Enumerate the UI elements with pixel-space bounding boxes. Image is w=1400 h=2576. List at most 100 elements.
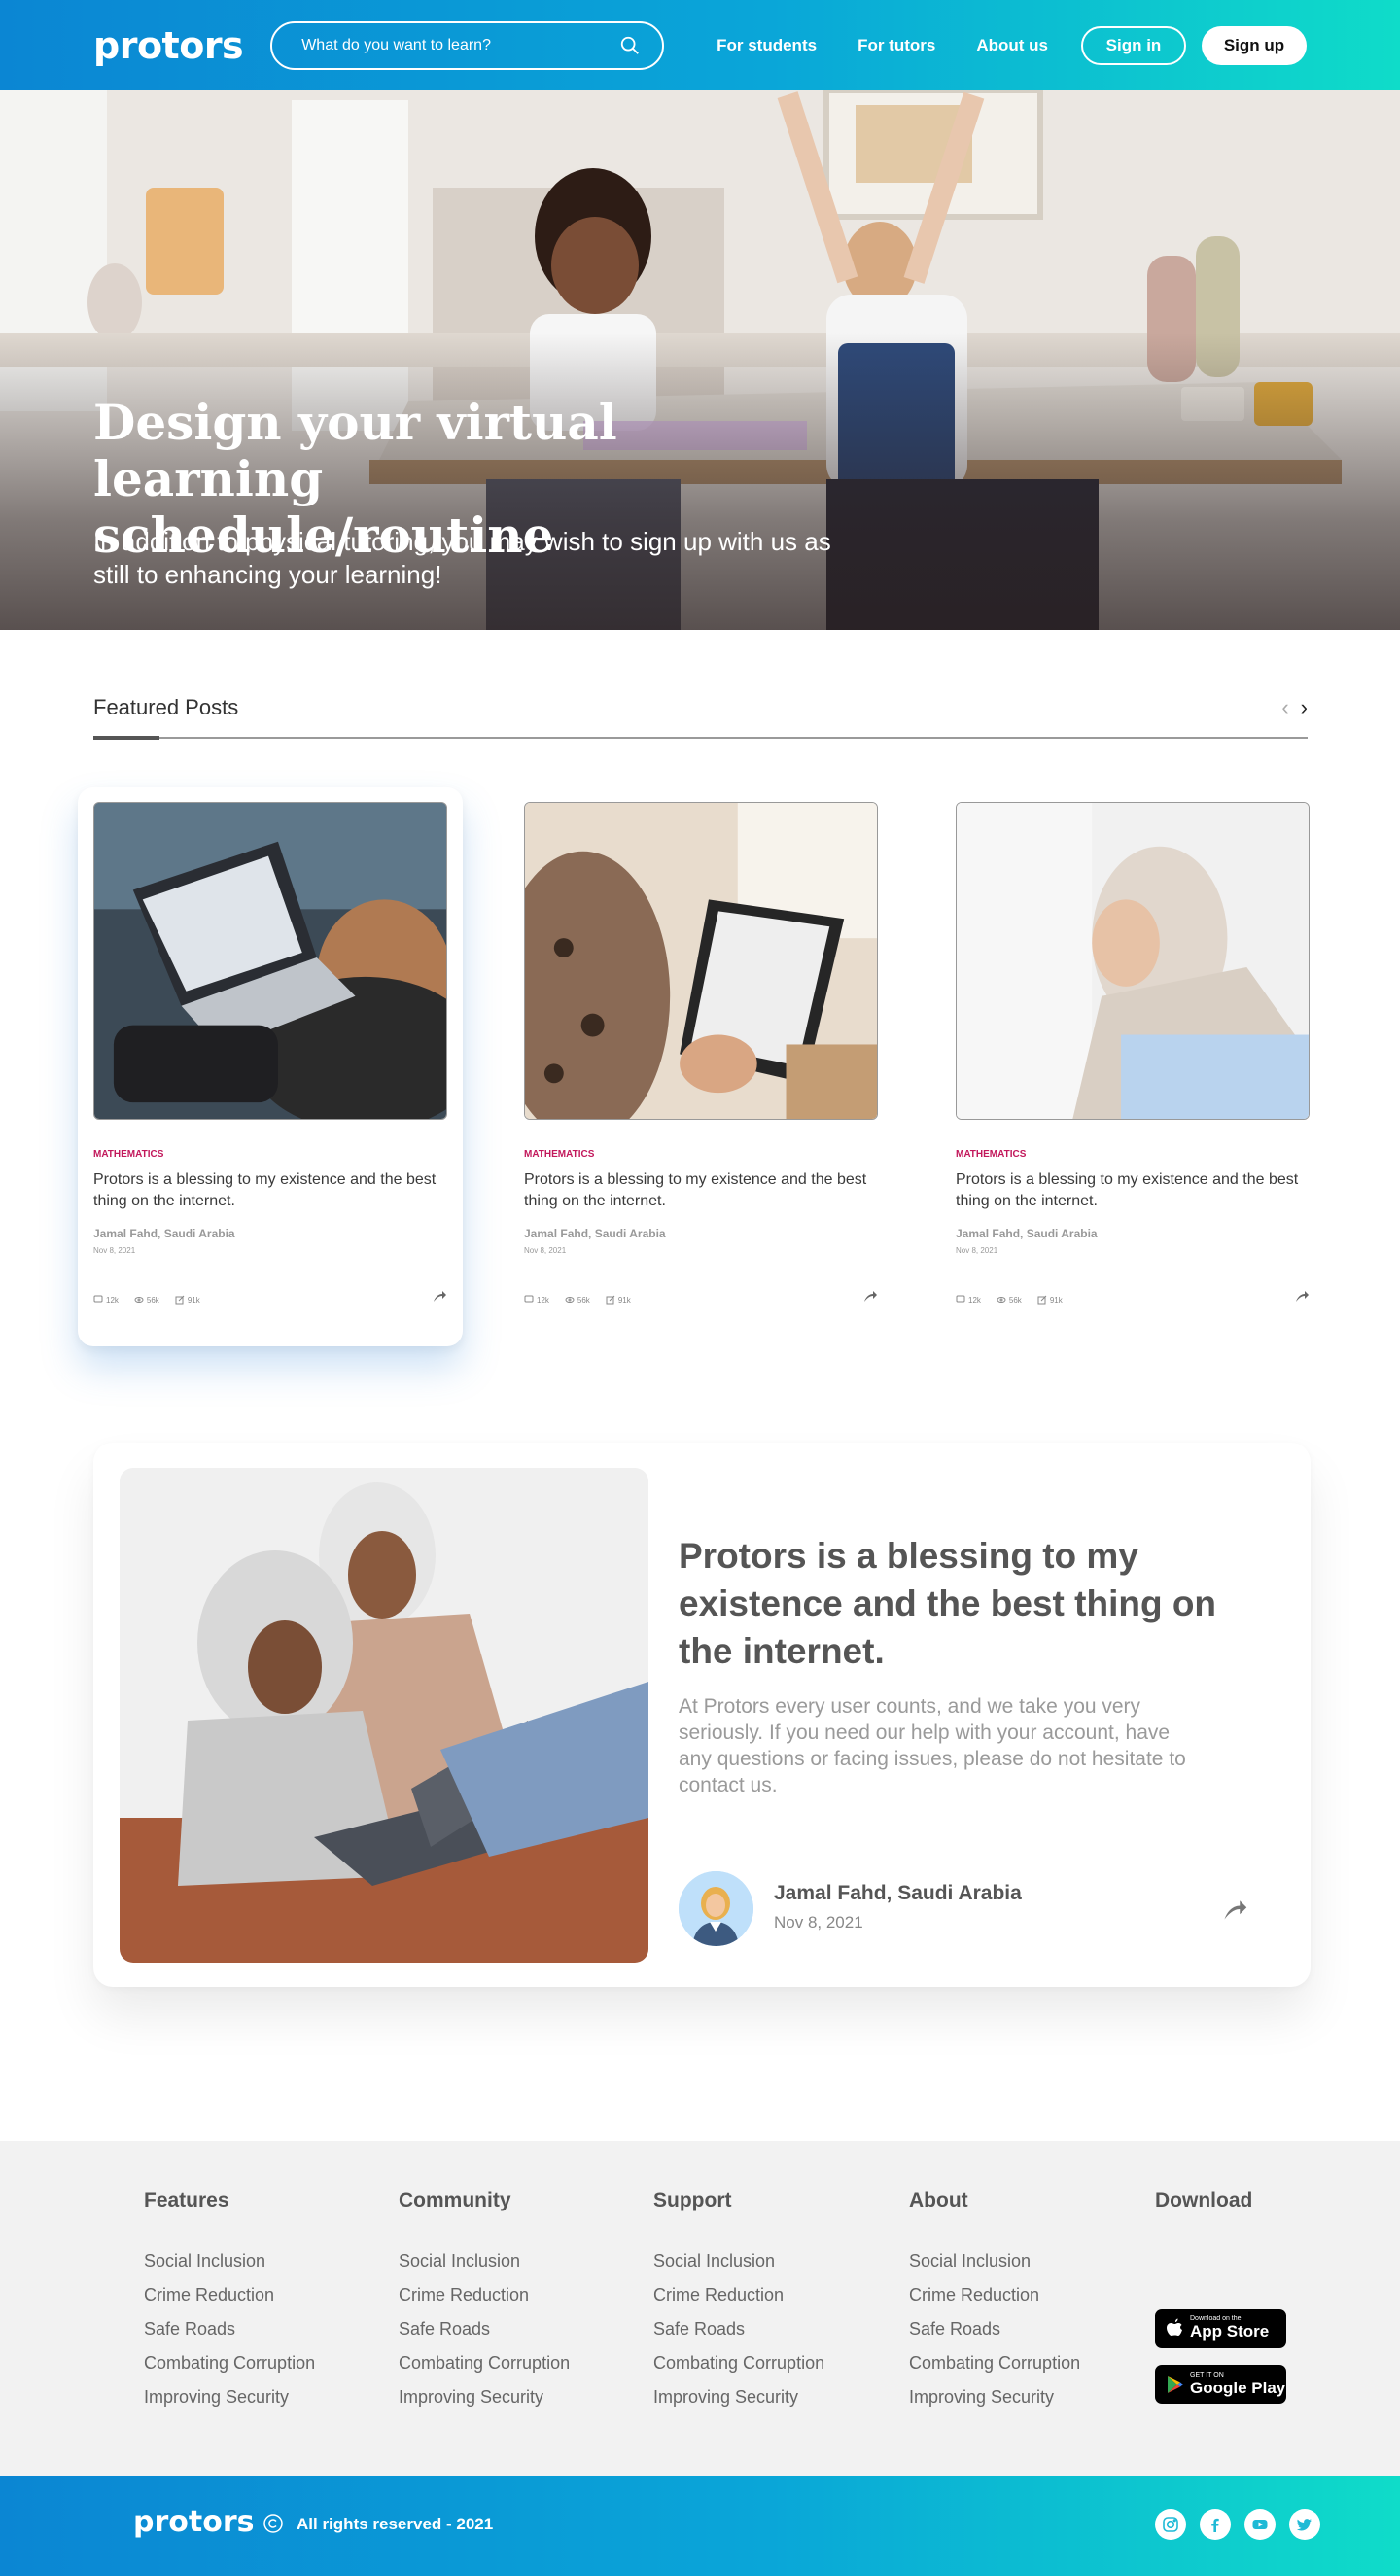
- footer-link[interactable]: Social Inclusion: [399, 2245, 570, 2279]
- share-arrow-icon[interactable]: [432, 1288, 447, 1304]
- footer-column-download: Download: [1155, 2189, 1252, 2245]
- share-box-icon: [1037, 1295, 1047, 1305]
- share-box-icon: [606, 1295, 615, 1305]
- testimonial-date: Nov 8, 2021: [774, 1913, 863, 1932]
- post-category: MATHEMATICS: [93, 1149, 164, 1160]
- comments-stat: 12k: [956, 1295, 981, 1305]
- footer-link[interactable]: Safe Roads: [653, 2313, 824, 2347]
- featured-posts-title: Featured Posts: [93, 695, 239, 719]
- apple-icon: [1167, 2318, 1182, 2336]
- comments-stat: 12k: [524, 1295, 549, 1305]
- shares-stat: 91k: [175, 1295, 200, 1305]
- share-arrow-icon[interactable]: [862, 1288, 878, 1304]
- footer-link[interactable]: Crime Reduction: [653, 2279, 824, 2313]
- footer-link[interactable]: Combating Corruption: [399, 2347, 570, 2381]
- footer-link[interactable]: Social Inclusion: [909, 2245, 1080, 2279]
- footer-logo[interactable]: protors: [133, 2505, 254, 2539]
- post-card[interactable]: MATHEMATICS Protors is a blessing to my …: [508, 787, 893, 1346]
- nav-for-tutors[interactable]: For tutors: [858, 36, 935, 55]
- footer-link[interactable]: Improving Security: [653, 2381, 824, 2415]
- post-date: Nov 8, 2021: [93, 1246, 136, 1255]
- store-name: App Store: [1190, 2322, 1270, 2341]
- testimonial-body: At Protors every user counts, and we tak…: [679, 1695, 1186, 1796]
- nav-for-students[interactable]: For students: [717, 36, 817, 55]
- share-arrow-icon[interactable]: [1221, 1896, 1248, 1923]
- nav-about-us[interactable]: About us: [976, 36, 1048, 55]
- logo[interactable]: protors: [93, 24, 244, 67]
- footer-link[interactable]: Improving Security: [909, 2381, 1080, 2415]
- post-image: [956, 802, 1310, 1120]
- footer-link[interactable]: Safe Roads: [144, 2313, 315, 2347]
- shares-count: 91k: [1049, 1295, 1063, 1305]
- hero-subtitle: In addition to physical tutoring, you ma…: [93, 527, 831, 589]
- footer-link[interactable]: Crime Reduction: [399, 2279, 570, 2313]
- search-bar[interactable]: [270, 20, 665, 70]
- footer-link[interactable]: Crime Reduction: [909, 2279, 1080, 2313]
- signup-button[interactable]: Sign up: [1202, 25, 1307, 65]
- site-footer: Features Social Inclusion Crime Reductio…: [0, 2141, 1400, 2476]
- post-card[interactable]: MATHEMATICS Protors is a blessing to my …: [78, 787, 463, 1346]
- shares-count: 91k: [617, 1295, 631, 1305]
- carousel-controls: ‹ ›: [1281, 695, 1308, 720]
- search-input[interactable]: [301, 36, 620, 54]
- footer-column-support: Support Social Inclusion Crime Reduction…: [653, 2189, 824, 2415]
- share-arrow-icon[interactable]: [1294, 1288, 1310, 1304]
- search-icon[interactable]: [619, 35, 641, 56]
- post-author: Jamal Fahd, Saudi Arabia: [956, 1227, 1098, 1240]
- hero-banner: Design your virtual learning schedule/ro…: [0, 90, 1400, 630]
- footer-link[interactable]: Improving Security: [144, 2381, 315, 2415]
- post-excerpt[interactable]: Protors is a blessing to my existence an…: [93, 1169, 447, 1212]
- post-excerpt[interactable]: Protors is a blessing to my existence an…: [524, 1169, 878, 1212]
- post-image: [93, 802, 447, 1120]
- chevron-left-icon[interactable]: ‹: [1281, 695, 1288, 720]
- bottom-bar: protors All rights reserved - 2021: [0, 2476, 1400, 2576]
- footer-column-title: Download: [1155, 2189, 1253, 2211]
- footer-link[interactable]: Combating Corruption: [144, 2347, 315, 2381]
- google-play-button[interactable]: GET IT ON Google Play: [1155, 2365, 1286, 2404]
- signin-button[interactable]: Sign in: [1081, 25, 1186, 65]
- footer-column-features: Features Social Inclusion Crime Reductio…: [144, 2189, 315, 2415]
- views-stat: 56k: [134, 1295, 159, 1305]
- shares-count: 91k: [187, 1295, 200, 1305]
- comment-icon: [956, 1295, 965, 1303]
- post-category: MATHEMATICS: [524, 1149, 595, 1160]
- post-stats: 12k 56k 91k: [93, 1295, 200, 1305]
- facebook-icon[interactable]: [1200, 2509, 1231, 2540]
- footer-link[interactable]: Crime Reduction: [144, 2279, 315, 2313]
- site-header: protors For students For tutors About us…: [0, 0, 1400, 90]
- comment-icon: [93, 1295, 103, 1303]
- app-store-button[interactable]: Download on the App Store: [1155, 2309, 1286, 2348]
- footer-column-title: About: [909, 2189, 968, 2211]
- social-links: [1155, 2509, 1320, 2540]
- footer-link[interactable]: Safe Roads: [399, 2313, 570, 2347]
- comment-icon: [524, 1295, 534, 1303]
- post-card[interactable]: MATHEMATICS Protors is a blessing to my …: [940, 787, 1325, 1346]
- post-date: Nov 8, 2021: [524, 1246, 567, 1255]
- footer-link[interactable]: Combating Corruption: [909, 2347, 1080, 2381]
- footer-column-title: Features: [144, 2189, 229, 2211]
- youtube-icon[interactable]: [1244, 2509, 1276, 2540]
- testimonial-author: Jamal Fahd, Saudi Arabia: [774, 1882, 1022, 1904]
- post-author: Jamal Fahd, Saudi Arabia: [93, 1227, 235, 1240]
- footer-column-about: About Social Inclusion Crime Reduction S…: [909, 2189, 1080, 2415]
- footer-link[interactable]: Improving Security: [399, 2381, 570, 2415]
- chevron-right-icon[interactable]: ›: [1301, 695, 1308, 720]
- footer-link[interactable]: Combating Corruption: [653, 2347, 824, 2381]
- footer-link[interactable]: Safe Roads: [909, 2313, 1080, 2347]
- testimonial-title: Protors is a blessing to my existence an…: [679, 1536, 1217, 1671]
- post-date: Nov 8, 2021: [956, 1246, 998, 1255]
- views-count: 56k: [146, 1295, 159, 1305]
- instagram-icon[interactable]: [1155, 2509, 1186, 2540]
- testimonial-card: Protors is a blessing to my existence an…: [93, 1443, 1311, 1987]
- post-excerpt[interactable]: Protors is a blessing to my existence an…: [956, 1169, 1310, 1212]
- footer-column-title: Community: [399, 2189, 511, 2211]
- views-stat: 56k: [997, 1295, 1022, 1305]
- twitter-icon[interactable]: [1289, 2509, 1320, 2540]
- shares-stat: 91k: [1037, 1295, 1063, 1305]
- copyright-text: All rights reserved - 2021: [297, 2515, 494, 2533]
- footer-column-community: Community Social Inclusion Crime Reducti…: [399, 2189, 570, 2415]
- comments-count: 12k: [106, 1295, 119, 1305]
- footer-link[interactable]: Social Inclusion: [144, 2245, 315, 2279]
- footer-link[interactable]: Social Inclusion: [653, 2245, 824, 2279]
- section-underline: [93, 736, 159, 740]
